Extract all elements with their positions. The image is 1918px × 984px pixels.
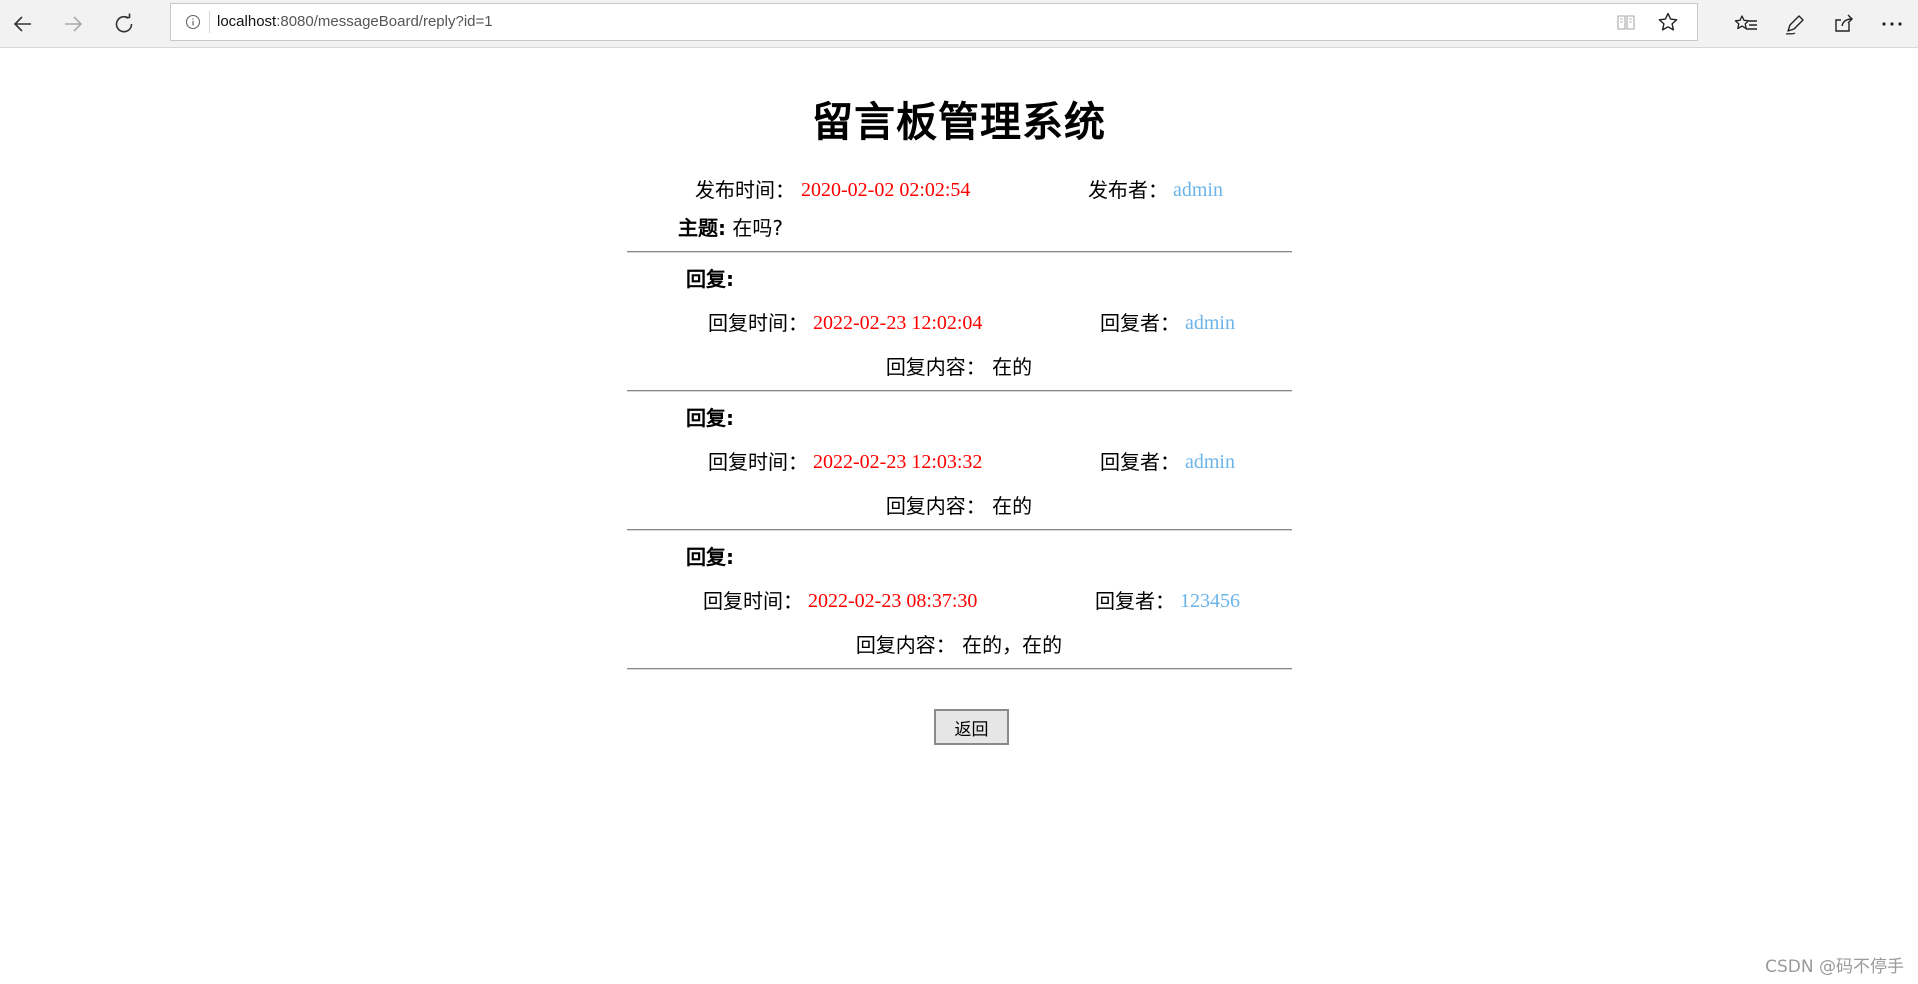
reply-content-label: 回复内容： xyxy=(885,355,986,379)
reply-author: admin xyxy=(1185,451,1235,473)
forward-arrow-icon xyxy=(65,16,83,32)
info-icon xyxy=(185,14,201,30)
divider xyxy=(627,668,1292,670)
favorites-button[interactable] xyxy=(1726,6,1766,42)
url-path: :8080/messageBoard/reply?id=1 xyxy=(276,13,493,30)
reply-author: admin xyxy=(1185,312,1235,334)
watermark: CSDN @码不停手 xyxy=(1765,957,1904,977)
post-author: admin xyxy=(1173,179,1223,201)
pen-icon xyxy=(1785,15,1804,35)
back-button[interactable] xyxy=(5,6,41,42)
reply-author-label: 回复者： xyxy=(1100,450,1180,474)
divider xyxy=(627,251,1292,253)
reply-content-label: 回复内容： xyxy=(855,633,956,657)
reading-view-button[interactable] xyxy=(1611,7,1641,37)
subject-text: 在吗? xyxy=(732,216,783,240)
address-separator xyxy=(209,11,210,33)
favorite-button[interactable] xyxy=(1653,7,1683,37)
reply-info-row: 回复时间： 2022-02-23 12:02:04 回复者： admin xyxy=(0,308,1918,338)
post-time-label: 发布时间： xyxy=(695,178,795,202)
reply-content-text: 在的 xyxy=(992,355,1033,379)
notes-button[interactable] xyxy=(1775,6,1815,42)
reply-author-label: 回复者： xyxy=(1095,589,1175,613)
reply-header: 回复: xyxy=(686,406,734,430)
forward-button[interactable] xyxy=(55,6,91,42)
divider xyxy=(627,529,1292,531)
address-bar[interactable]: localhost:8080/messageBoard/reply?id=1 xyxy=(170,3,1698,41)
post-subject: 主题: 在吗? xyxy=(678,213,783,243)
reply-time: 2022-02-23 12:02:04 xyxy=(813,312,983,334)
share-icon xyxy=(1835,14,1853,32)
refresh-button[interactable] xyxy=(106,6,142,42)
reply-author-label: 回复者： xyxy=(1100,311,1180,335)
share-button[interactable] xyxy=(1824,6,1864,42)
reply-content-label: 回复内容： xyxy=(885,494,986,518)
reply-content: 回复内容： 在的 xyxy=(0,352,1918,382)
reply-time-label: 回复时间： xyxy=(703,589,803,613)
more-button[interactable] xyxy=(1872,6,1912,42)
back-arrow-icon xyxy=(13,16,31,32)
favorites-list-icon xyxy=(1734,15,1757,30)
reply-content: 回复内容： 在的 xyxy=(0,491,1918,521)
reply-header: 回复: xyxy=(686,545,734,569)
back-page-button[interactable]: 返回 xyxy=(934,709,1009,745)
reply-content-text: 在的，在的 xyxy=(962,633,1063,657)
more-icon xyxy=(1882,22,1902,26)
post-time: 2020-02-02 02:02:54 xyxy=(801,179,971,201)
divider xyxy=(627,390,1292,392)
reply-content: 回复内容： 在的，在的 xyxy=(0,630,1918,660)
reply-info-row: 回复时间： 2022-02-23 08:37:30 回复者： 123456 xyxy=(0,586,1918,616)
reply-time: 2022-02-23 12:03:32 xyxy=(813,451,983,473)
refresh-icon xyxy=(115,13,133,33)
reply-info-row: 回复时间： 2022-02-23 12:03:32 回复者： admin xyxy=(0,447,1918,477)
reply-time-label: 回复时间： xyxy=(708,311,808,335)
url-host: localhost xyxy=(217,13,277,30)
reply-header: 回复: xyxy=(686,267,734,291)
subject-label: 主题: xyxy=(678,216,726,240)
site-info-button[interactable] xyxy=(179,4,207,40)
page-title: 留言板管理系统 xyxy=(812,98,1106,146)
star-icon xyxy=(1658,12,1678,31)
url-text[interactable]: localhost:8080/messageBoard/reply?id=1 xyxy=(217,4,493,40)
reply-author: 123456 xyxy=(1180,590,1240,612)
reading-view-icon xyxy=(1617,15,1635,30)
reply-time: 2022-02-23 08:37:30 xyxy=(808,590,978,612)
reply-time-label: 回复时间： xyxy=(708,450,808,474)
post-author-label: 发布者： xyxy=(1088,178,1168,202)
reply-content-text: 在的 xyxy=(992,494,1033,518)
post-info-row: 发布时间： 2020-02-02 02:02:54 发布者： admin xyxy=(0,175,1918,205)
browser-toolbar: localhost:8080/messageBoard/reply?id=1 xyxy=(0,0,1918,48)
